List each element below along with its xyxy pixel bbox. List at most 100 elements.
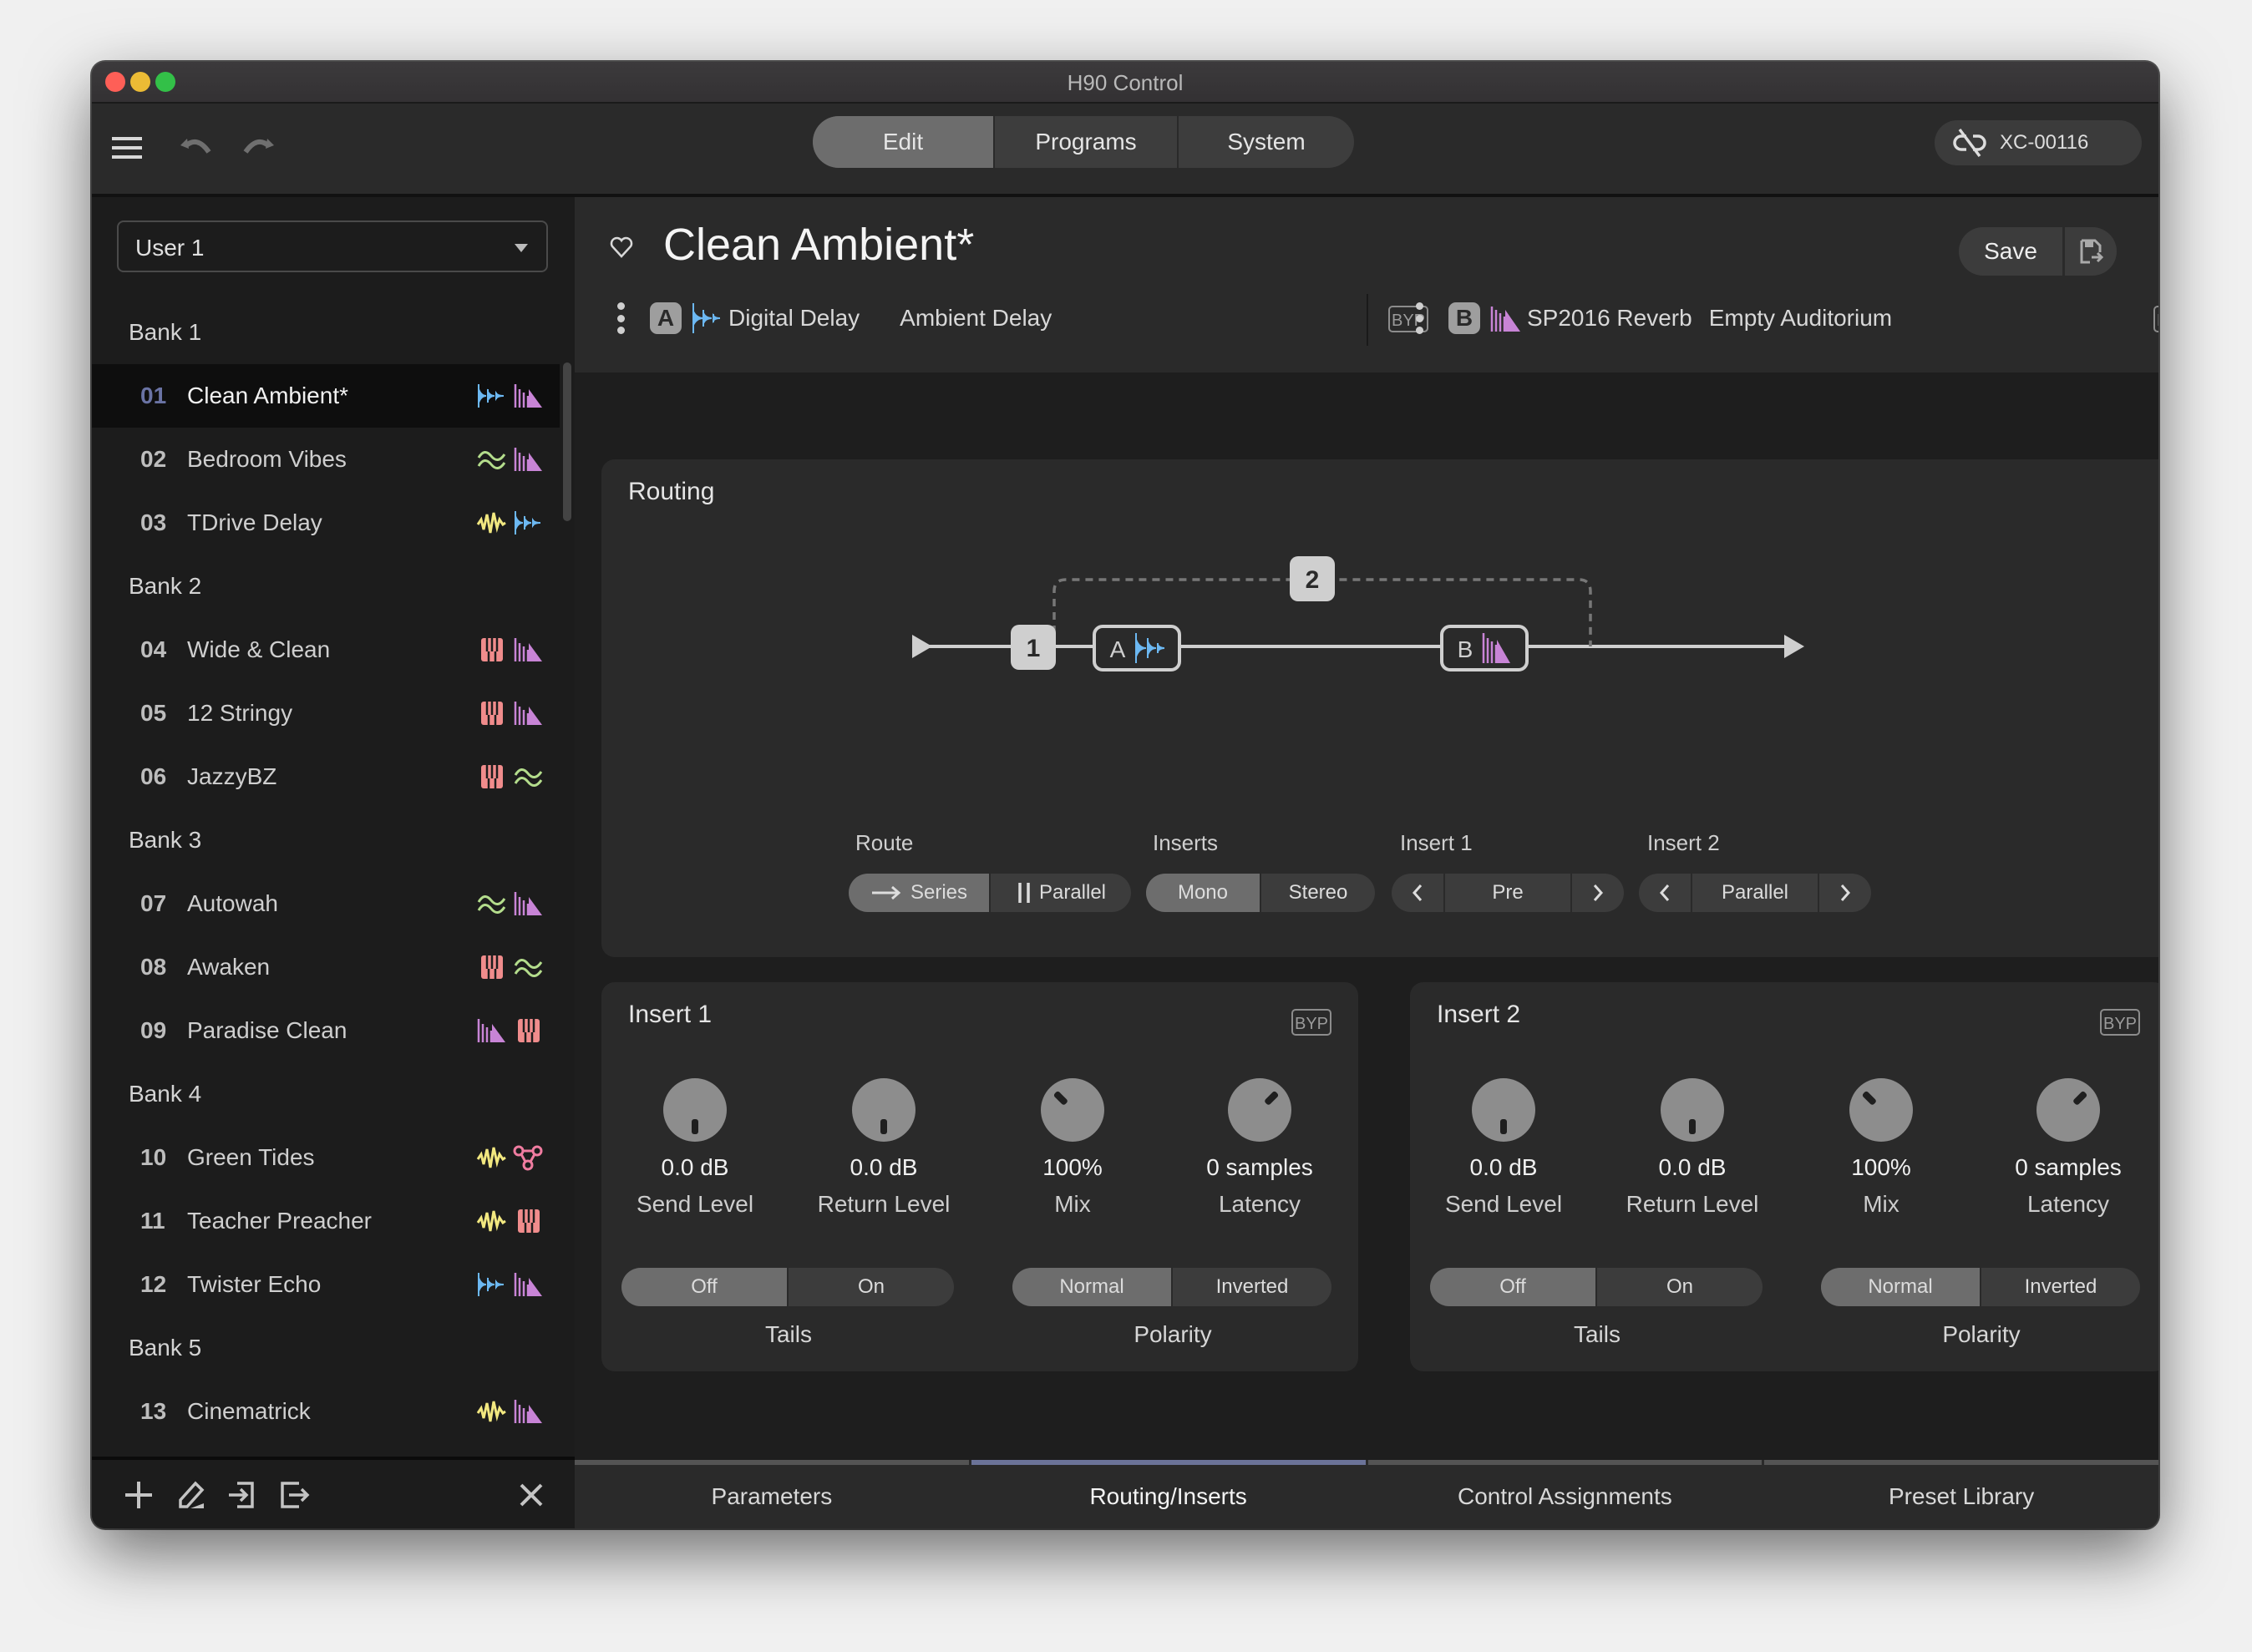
modulation-icon <box>477 895 506 914</box>
delay-icon <box>692 303 721 333</box>
favorite-heart-icon[interactable] <box>608 234 635 261</box>
insert-bypass-button[interactable]: BYP <box>2100 1009 2140 1036</box>
tab-programs[interactable]: Programs <box>995 116 1179 168</box>
program-list-item[interactable]: 09 Paradise Clean <box>92 999 560 1062</box>
modulation-icon <box>514 768 543 787</box>
save-button[interactable]: Save <box>1959 227 2065 276</box>
pitch-icon <box>518 1209 540 1233</box>
program-list-item[interactable]: 06 JazzyBZ <box>92 745 560 808</box>
reverb-icon <box>514 638 542 661</box>
node-b-label: B <box>1458 636 1473 662</box>
window-title: H90 Control <box>1067 70 1184 95</box>
tab-system[interactable]: System <box>1179 116 1354 168</box>
tails-off-button[interactable]: Off <box>621 1268 789 1306</box>
program-effect-icons <box>476 890 543 917</box>
app-window: H90 Control Edit Programs System XC-0011… <box>92 62 2158 1528</box>
polarity-inverted-button[interactable]: Inverted <box>1173 1268 1331 1306</box>
sidebar-footer <box>92 1457 575 1528</box>
program-list-item[interactable]: 03 TDrive Delay <box>92 491 560 555</box>
knob-value: 100% <box>1042 1154 1103 1180</box>
add-icon[interactable] <box>122 1478 155 1512</box>
slot-a-algorithm[interactable]: Digital Delay <box>728 305 860 332</box>
slot-b-bypass-button[interactable]: BYP <box>2153 306 2158 332</box>
slot-b-preset[interactable]: Empty Auditorium <box>1709 305 1892 332</box>
user-bank-dropdown[interactable]: User 1 <box>117 220 548 272</box>
tails-on-button[interactable]: On <box>789 1268 954 1306</box>
export-icon[interactable] <box>277 1478 311 1512</box>
program-list-item[interactable]: 01 Clean Ambient* <box>92 364 560 428</box>
tails-toggle: Off On <box>621 1268 954 1306</box>
slot-a-menu-icon[interactable] <box>616 302 625 334</box>
sidebar-scrollbar[interactable] <box>563 362 571 521</box>
reverb-icon <box>514 384 542 408</box>
insert2-node-label: 2 <box>1306 566 1320 594</box>
insert2-panel: Insert 2 BYP 0.0 dB Send Level 0.0 dB Re… <box>1410 982 2158 1371</box>
toolbar: Edit Programs System XC-00116 <box>92 104 2158 197</box>
insert-bypass-button[interactable]: BYP <box>1291 1009 1331 1036</box>
tab-control-assignments[interactable]: Control Assignments <box>1367 1460 1763 1528</box>
slot-b-menu-icon[interactable] <box>1415 302 1423 334</box>
polarity-normal-button[interactable]: Normal <box>1012 1268 1173 1306</box>
knob-mix[interactable] <box>1849 1077 1914 1143</box>
tab-parameters[interactable]: Parameters <box>575 1460 969 1528</box>
program-list-item[interactable]: 07 Autowah <box>92 872 560 935</box>
knob-send-level[interactable] <box>662 1077 728 1143</box>
close-icon[interactable] <box>515 1478 548 1512</box>
slot-b-algorithm[interactable]: SP2016 Reverb <box>1527 305 1692 332</box>
program-list-item[interactable]: 02 Bedroom Vibes <box>92 428 560 491</box>
tab-preset-library[interactable]: Preset Library <box>1764 1460 2158 1528</box>
program-list-item[interactable]: 05 12 Stringy <box>92 682 560 745</box>
inserts-mono-button[interactable]: Mono <box>1146 874 1261 912</box>
knob-send-level[interactable] <box>1471 1077 1536 1143</box>
program-effect-icons <box>476 1271 543 1298</box>
knob-return-level[interactable] <box>1660 1077 1725 1143</box>
inserts-stereo-button[interactable]: Stereo <box>1261 874 1375 912</box>
import-icon[interactable] <box>226 1478 259 1512</box>
polarity-inverted-button[interactable]: Inverted <box>1981 1268 2140 1306</box>
polarity-normal-button[interactable]: Normal <box>1821 1268 1981 1306</box>
undo-icon[interactable] <box>179 134 216 160</box>
program-title: Clean Ambient* <box>663 220 975 270</box>
knob-latency[interactable] <box>2036 1077 2101 1143</box>
program-effect-icons <box>476 446 543 473</box>
knob-return-level[interactable] <box>851 1077 916 1143</box>
dropdown-value: User 1 <box>135 235 205 261</box>
insert2-next-button[interactable] <box>1819 874 1871 912</box>
slot-divider <box>1367 294 1368 346</box>
edit-icon[interactable] <box>174 1478 207 1512</box>
program-list-item[interactable]: 11 Teacher Preacher <box>92 1189 560 1253</box>
series-icon <box>871 885 901 900</box>
redo-icon[interactable] <box>239 134 276 160</box>
tails-on-button[interactable]: On <box>1597 1268 1763 1306</box>
program-effect-icons <box>476 763 543 790</box>
insert2-position-label: Insert 2 <box>1647 830 1720 855</box>
knob-mix[interactable] <box>1040 1077 1105 1143</box>
program-list-item[interactable]: 04 Wide & Clean <box>92 618 560 682</box>
insert2-prev-button[interactable] <box>1639 874 1692 912</box>
device-connection-button[interactable]: XC-00116 <box>1935 120 2142 165</box>
tab-routing-inserts[interactable]: Routing/Inserts <box>971 1460 1366 1528</box>
knob-value: 0.0 dB <box>850 1154 918 1180</box>
menu-icon[interactable] <box>112 137 142 159</box>
knob-label: Return Level <box>1626 1191 1759 1217</box>
save-as-button[interactable] <box>2065 227 2117 276</box>
routing-title: Routing <box>628 478 715 505</box>
insert1-prev-button[interactable] <box>1392 874 1445 912</box>
program-list-item[interactable]: 12 Twister Echo <box>92 1253 560 1316</box>
tab-edit[interactable]: Edit <box>813 116 995 168</box>
slot-a-preset[interactable]: Ambient Delay <box>900 305 1052 332</box>
tails-off-button[interactable]: Off <box>1430 1268 1597 1306</box>
program-effect-icons <box>476 383 543 409</box>
program-list-item[interactable]: 13 Cinematrick <box>92 1380 560 1443</box>
program-effect-icons <box>476 700 543 727</box>
route-parallel-button[interactable]: Parallel <box>991 874 1131 912</box>
program-number: 05 <box>140 700 167 726</box>
insert1-next-button[interactable] <box>1572 874 1624 912</box>
knob-latency[interactable] <box>1227 1077 1292 1143</box>
route-series-button[interactable]: Series <box>849 874 991 912</box>
bank-header: Bank 1 <box>129 319 202 345</box>
program-list-item[interactable]: 10 Green Tides <box>92 1126 560 1189</box>
chevron-right-icon <box>1593 884 1604 901</box>
program-effect-icons <box>476 1144 543 1171</box>
program-list-item[interactable]: 08 Awaken <box>92 935 560 999</box>
